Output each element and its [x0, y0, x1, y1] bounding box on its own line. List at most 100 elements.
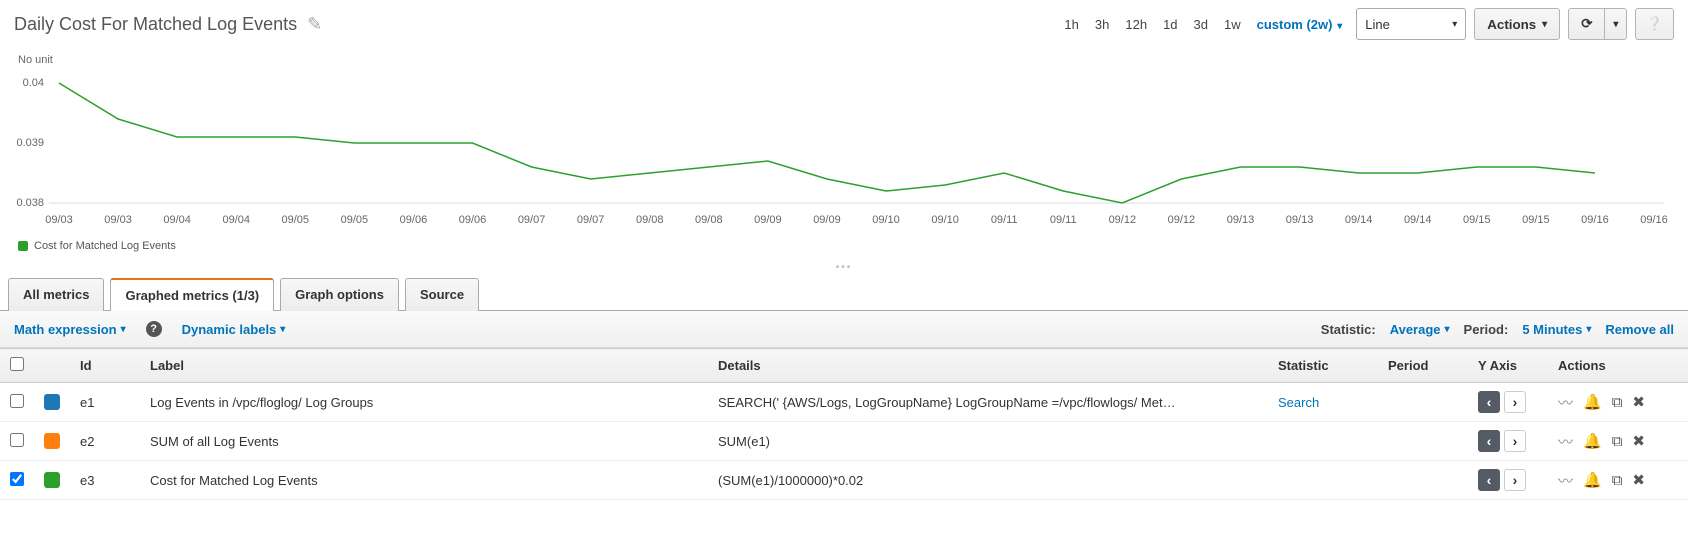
svg-text:09/08: 09/08: [636, 214, 664, 226]
th-yaxis: Y Axis: [1468, 349, 1548, 383]
refresh-dropdown-button[interactable]: ▾: [1605, 8, 1627, 40]
bell-icon[interactable]: 🔔: [1583, 393, 1602, 411]
remove-all-link[interactable]: Remove all: [1605, 322, 1674, 337]
remove-icon[interactable]: ✖: [1632, 432, 1645, 450]
tab-source[interactable]: Source: [405, 278, 479, 311]
yaxis-right-button[interactable]: ›: [1504, 469, 1526, 491]
svg-text:09/03: 09/03: [104, 214, 132, 226]
pencil-icon[interactable]: ✎: [307, 14, 322, 35]
chevron-down-icon: ▾: [280, 324, 285, 335]
yaxis-right-button[interactable]: ›: [1504, 391, 1526, 413]
period-label: Period:: [1464, 322, 1509, 337]
table-row: e1Log Events in /vpc/floglog/ Log Groups…: [0, 383, 1688, 422]
series-color-swatch[interactable]: [44, 394, 60, 410]
series-line: [59, 83, 1595, 203]
bell-icon[interactable]: 🔔: [1583, 432, 1602, 450]
select-all-checkbox[interactable]: [10, 357, 24, 371]
chevron-down-icon: ▾: [1445, 324, 1450, 335]
th-label: Label: [140, 349, 708, 383]
chart-legend[interactable]: Cost for Matched Log Events: [14, 238, 1674, 254]
svg-text:09/12: 09/12: [1109, 214, 1137, 226]
yaxis-left-button[interactable]: ‹: [1478, 391, 1500, 413]
refresh-button[interactable]: ⟳: [1568, 8, 1605, 40]
duplicate-icon[interactable]: ⧉: [1612, 472, 1623, 489]
tab-all-metrics[interactable]: All metrics: [8, 278, 104, 311]
th-id: Id: [70, 349, 140, 383]
help-button[interactable]: ❔: [1635, 8, 1674, 40]
svg-text:09/15: 09/15: [1522, 214, 1550, 226]
period-select[interactable]: 5 Minutes ▾: [1522, 322, 1591, 337]
row-checkbox[interactable]: [10, 394, 24, 408]
svg-text:09/06: 09/06: [459, 214, 487, 226]
remove-icon[interactable]: ✖: [1632, 471, 1645, 489]
range-1h[interactable]: 1h: [1058, 13, 1084, 36]
legend-swatch: [18, 241, 28, 251]
row-period: [1378, 461, 1468, 500]
yaxis-right-button[interactable]: ›: [1504, 430, 1526, 452]
svg-text:09/09: 09/09: [813, 214, 841, 226]
range-3d[interactable]: 3d: [1188, 13, 1214, 36]
chart-type-value: Line: [1365, 17, 1390, 32]
range-custom[interactable]: custom (2w) ▾: [1251, 13, 1349, 36]
row-details[interactable]: SEARCH(' {AWS/Logs, LogGroupName} LogGro…: [708, 383, 1268, 422]
refresh-icon: ⟳: [1581, 16, 1592, 32]
tab-graph-options[interactable]: Graph options: [280, 278, 399, 311]
svg-text:09/03: 09/03: [45, 214, 73, 226]
pulse-icon[interactable]: 〰: [1558, 431, 1573, 452]
chevron-down-icon: ▾: [1334, 21, 1342, 32]
duplicate-icon[interactable]: ⧉: [1612, 433, 1623, 450]
range-12h[interactable]: 12h: [1119, 13, 1153, 36]
duplicate-icon[interactable]: ⧉: [1612, 394, 1623, 411]
svg-text:09/11: 09/11: [991, 214, 1018, 226]
table-row: e2SUM of all Log EventsSUM(e1) ‹› 〰 🔔 ⧉ ✖: [0, 422, 1688, 461]
svg-text:09/13: 09/13: [1227, 214, 1255, 226]
row-details[interactable]: (SUM(e1)/1000000)*0.02: [708, 461, 1268, 500]
series-color-swatch[interactable]: [44, 433, 60, 449]
line-chart[interactable]: 0.04 0.039 0.038 09/0309/0309/0409/0409/…: [14, 68, 1674, 238]
svg-text:09/04: 09/04: [222, 214, 250, 226]
row-label[interactable]: Cost for Matched Log Events: [140, 461, 708, 500]
series-color-swatch[interactable]: [44, 472, 60, 488]
chevron-down-icon: ▾: [1586, 324, 1591, 335]
chart-type-select[interactable]: Line ▾: [1356, 8, 1466, 40]
range-3h[interactable]: 3h: [1089, 13, 1115, 36]
svg-text:09/05: 09/05: [282, 214, 310, 226]
actions-button[interactable]: Actions ▾: [1474, 8, 1560, 40]
svg-text:09/14: 09/14: [1345, 214, 1373, 226]
metrics-table: Id Label Details Statistic Period Y Axis…: [0, 348, 1688, 500]
chevron-down-icon: ▾: [1452, 19, 1457, 30]
statistic-select[interactable]: Average ▾: [1390, 322, 1450, 337]
pulse-icon[interactable]: 〰: [1558, 392, 1573, 413]
svg-text:09/16: 09/16: [1640, 214, 1668, 226]
refresh-button-group: ⟳ ▾: [1568, 8, 1627, 40]
row-id: e2: [70, 422, 140, 461]
range-1d[interactable]: 1d: [1157, 13, 1183, 36]
pulse-icon[interactable]: 〰: [1558, 470, 1573, 491]
row-checkbox[interactable]: [10, 433, 24, 447]
page-title: Daily Cost For Matched Log Events ✎: [14, 14, 322, 35]
row-statistic[interactable]: Search: [1268, 383, 1378, 422]
row-label[interactable]: Log Events in /vpc/floglog/ Log Groups: [140, 383, 708, 422]
remove-icon[interactable]: ✖: [1632, 393, 1645, 411]
help-icon[interactable]: ?: [146, 321, 162, 337]
range-1w[interactable]: 1w: [1218, 13, 1247, 36]
statistic-value: Average: [1390, 322, 1441, 337]
row-id: e1: [70, 383, 140, 422]
resize-handle[interactable]: •••: [0, 258, 1688, 277]
row-details[interactable]: SUM(e1): [708, 422, 1268, 461]
dynamic-labels-link[interactable]: Dynamic labels▾: [182, 322, 286, 337]
svg-text:09/07: 09/07: [518, 214, 546, 226]
row-checkbox[interactable]: [10, 472, 24, 486]
y-axis-label: No unit: [18, 54, 1674, 66]
table-row: e3Cost for Matched Log Events(SUM(e1)/10…: [0, 461, 1688, 500]
period-value: 5 Minutes: [1522, 322, 1582, 337]
tab-graphed-metrics[interactable]: Graphed metrics (1/3): [110, 278, 274, 311]
yaxis-left-button[interactable]: ‹: [1478, 430, 1500, 452]
bell-icon[interactable]: 🔔: [1583, 471, 1602, 489]
yaxis-left-button[interactable]: ‹: [1478, 469, 1500, 491]
row-label[interactable]: SUM of all Log Events: [140, 422, 708, 461]
svg-text:09/06: 09/06: [400, 214, 428, 226]
svg-text:09/08: 09/08: [695, 214, 723, 226]
math-expression-link[interactable]: Math expression▾: [14, 322, 126, 337]
svg-text:09/10: 09/10: [931, 214, 959, 226]
